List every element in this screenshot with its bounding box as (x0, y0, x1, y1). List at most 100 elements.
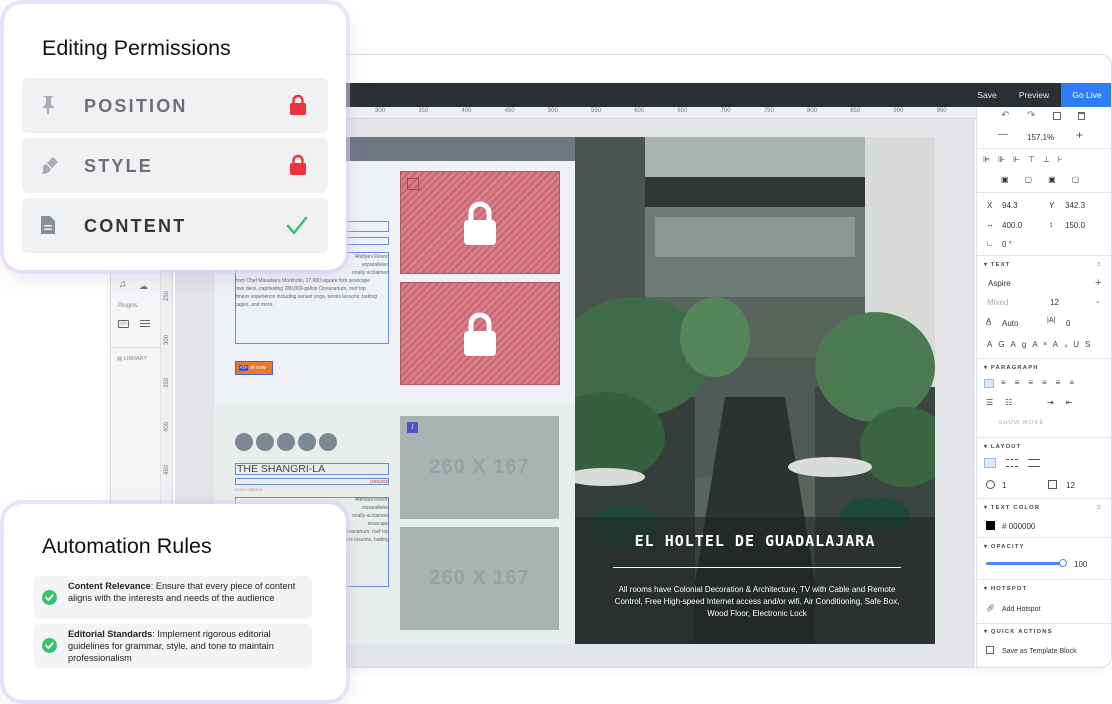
ruler-tick-label: 350 (418, 108, 429, 114)
layout-option-3[interactable] (1028, 459, 1040, 467)
locked-image-2[interactable] (400, 282, 560, 385)
check-icon (286, 216, 308, 235)
list-icon[interactable] (140, 320, 150, 328)
color-hex-input[interactable]: # 000000 (1002, 522, 1035, 531)
ruler-tick-label: 650 (677, 108, 688, 114)
book-now-label: ok now (249, 365, 266, 371)
hero-description[interactable]: All rooms have Colonial Decoration & Arc… (609, 584, 905, 620)
letter-spacing-input[interactable]: 0 (1066, 319, 1070, 328)
zoom-out-button[interactable]: — (998, 129, 1008, 140)
show-more-link[interactable]: ⋯ SHOW MORE (989, 420, 1044, 426)
y-input[interactable]: 342.3 (1065, 201, 1085, 210)
text-transform-toolbar[interactable]: AGAgAᵃA₄US (987, 340, 1107, 349)
go-live-button[interactable]: Go Live (1061, 83, 1111, 107)
font-select[interactable]: Aspire (988, 279, 1011, 288)
chevron-down-icon[interactable]: ⌄ (1095, 297, 1101, 305)
permission-label: POSITION (84, 96, 188, 116)
phone-field[interactable]: (555)555 (235, 478, 389, 485)
text-settings-icon[interactable]: ⁝⁝ (1097, 261, 1101, 268)
duplicate-icon[interactable] (1053, 112, 1061, 120)
x-input[interactable]: 94.3 (1002, 201, 1018, 210)
automation-title: Automation Rules (42, 534, 212, 558)
align-left-button[interactable] (984, 379, 994, 388)
link-icon: 🔗︎ (986, 605, 995, 612)
cloud-icon[interactable]: ☁ (139, 281, 148, 292)
quick-actions-section-header[interactable]: ▾ QUICK ACTIONS (984, 629, 1053, 635)
preview-button[interactable]: Preview (1009, 83, 1059, 107)
panel-divider (977, 623, 1111, 624)
color-swatch[interactable] (986, 521, 995, 530)
rule-text: Editorial Standards: Implement rigorous … (68, 629, 300, 664)
align-toolbar[interactable]: ⊫⊪⊩⊤⊥⊦ (983, 155, 1111, 164)
zoom-in-button[interactable]: + (1076, 128, 1083, 142)
panel-divider (977, 358, 1111, 359)
line-height-input[interactable]: Auto (1002, 319, 1018, 328)
image-placeholder-2[interactable]: 260 X 167 (400, 527, 559, 630)
hotel-title[interactable]: THE SHANGRI-LA (235, 463, 389, 475)
library-tab[interactable]: ▤ LIBRARY (117, 356, 147, 362)
add-font-icon[interactable]: + (1095, 277, 1101, 289)
indent-toolbar[interactable]: ⇥⇤ (1047, 398, 1084, 407)
hero-title[interactable]: EL HOLTEL DE GUADALAJARA (575, 532, 935, 550)
edit-icon[interactable]: / (407, 422, 418, 433)
rule-item[interactable]: Editorial Standards: Implement rigorous … (34, 624, 312, 668)
permission-row-style[interactable]: STYLE (22, 138, 328, 193)
plugins-label: Plugins (118, 303, 138, 309)
grid-input[interactable]: 12 (1066, 481, 1075, 490)
section-label: HOTSPOT (990, 586, 1028, 592)
zoom-level[interactable]: 157.1% (1027, 133, 1054, 142)
address-field[interactable]: Hotel Address (235, 487, 263, 492)
width-icon: ↔ (986, 220, 994, 229)
redo-icon[interactable]: ↷ (1027, 110, 1035, 121)
weight-select[interactable]: Mixed (987, 298, 1008, 307)
list-toolbar[interactable]: ☰☷ (986, 398, 1024, 407)
hotspot-section-header[interactable]: ▾ HOTSPOT (984, 586, 1027, 592)
height-input[interactable]: 150.0 (1065, 221, 1085, 230)
paragraph-section-header[interactable]: ▾ PARAGRAPH (984, 365, 1039, 371)
embed-code-icon[interactable]: </> (118, 320, 129, 328)
columns-icon (986, 480, 995, 489)
ruler-tick-label: 400 (461, 108, 472, 114)
book-now-button[interactable]: </> ok now (235, 361, 273, 375)
permission-row-position[interactable]: POSITION (22, 78, 328, 133)
opacity-slider-handle[interactable] (1059, 559, 1067, 567)
image-placeholder-1[interactable]: 260 X 167 (400, 416, 559, 519)
text-line: pool deck, captivating 280,000-gallon Oc… (235, 286, 366, 292)
rotation-input[interactable]: 0 ° (1002, 240, 1012, 249)
line-height-icon: A̲ (986, 317, 992, 326)
font-size-select[interactable]: 12 (1050, 298, 1059, 307)
layout-option-2[interactable] (1006, 459, 1018, 467)
paragraph-align-toolbar[interactable]: ≡≡≡≡≡≡ (1001, 378, 1105, 387)
add-hotspot-button[interactable]: Add Hotspot (1002, 606, 1041, 613)
width-input[interactable]: 400.0 (1002, 221, 1022, 230)
columns-input[interactable]: 1 (1002, 481, 1006, 490)
color-settings-icon[interactable]: ⁝⁝ (1097, 504, 1101, 511)
opacity-value[interactable]: 100 (1074, 560, 1087, 569)
trash-icon[interactable] (1078, 112, 1085, 120)
arrange-toolbar[interactable]: ▣▢▣▢ (1001, 175, 1101, 184)
text-section-header[interactable]: ▾ TEXT (984, 262, 1011, 268)
rule-item[interactable]: Content Relevance: Ensure that every pie… (34, 576, 312, 619)
music-icon[interactable]: ♫ (119, 279, 127, 290)
image-handle[interactable] (407, 178, 419, 190)
locked-image-1[interactable] (400, 171, 560, 274)
panel-divider (977, 437, 1111, 438)
lock-icon (464, 201, 496, 245)
rating-dot (235, 433, 253, 451)
rule-name: Editorial Standards (68, 629, 153, 639)
opacity-section-header[interactable]: ▾ OPACITY (984, 544, 1025, 550)
layout-option-1[interactable] (984, 458, 996, 468)
permission-row-content[interactable]: CONTENT (22, 198, 328, 253)
undo-icon[interactable]: ↶ (1001, 110, 1009, 121)
save-template-button[interactable]: Save as Template Block (1002, 648, 1077, 655)
hero-image[interactable]: EL HOLTEL DE GUADALAJARA All rooms have … (575, 137, 935, 644)
layout-section-header[interactable]: ▾ LAYOUT (984, 444, 1021, 450)
height-icon: ↕ (1049, 220, 1053, 229)
opacity-slider[interactable] (986, 562, 1066, 565)
text-color-section-header[interactable]: ▾ TEXT COLOR (984, 505, 1040, 511)
rating-dot (277, 433, 295, 451)
ruler-tick-label: 300 (375, 108, 386, 114)
properties-panel: ↶ ↷ — 157.1% + ⊫⊪⊩⊤⊥⊦ ▣▢▣▢ X 94.3 Y 342.… (976, 107, 1111, 667)
rating-dot (256, 433, 274, 451)
save-button[interactable]: Save (969, 83, 1005, 107)
